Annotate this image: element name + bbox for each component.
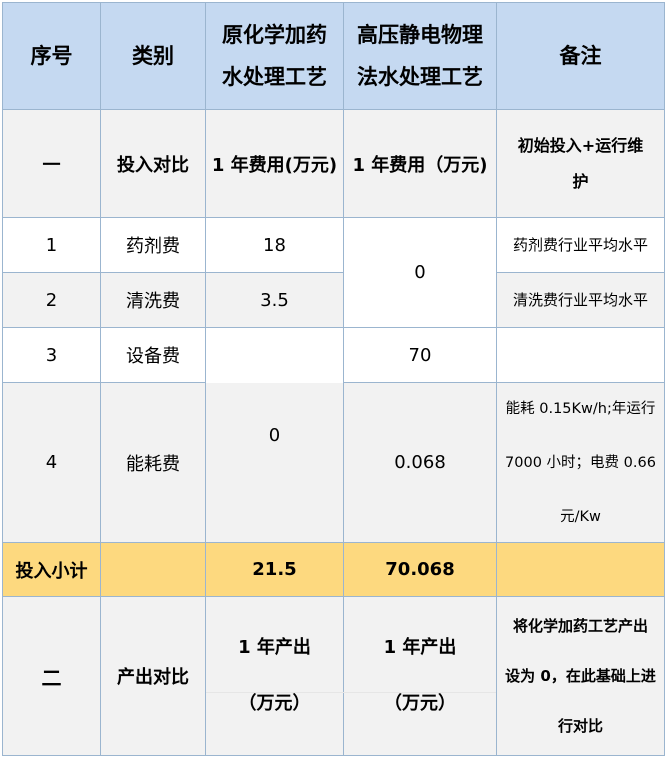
header-no: 序号: [2, 2, 101, 110]
subtotal-chemical: 21.5: [205, 542, 344, 597]
row4-note-line1: 能耗 0.15Kw/h;年运行: [505, 400, 656, 417]
row2-note: 清洗费行业平均水平: [496, 272, 665, 328]
row2-chemical-value: 3.5: [205, 272, 344, 328]
header-notes: 备注: [496, 2, 665, 110]
rows1-2-physical-value: 0: [343, 217, 497, 328]
row1-category: 药剂费: [100, 217, 206, 273]
header-physical-line1: 高压静电物理: [357, 23, 483, 47]
row3-no: 3: [2, 327, 101, 383]
section2-chemical-line1: 1 年产出: [238, 637, 311, 658]
subtotal-note-empty: [496, 542, 665, 597]
section2-chemical-line2: （万元）: [238, 693, 311, 714]
section2-divider: [206, 692, 496, 693]
row2-no: 2: [2, 272, 101, 328]
subtotal-category-empty: [100, 542, 206, 597]
header-category: 类别: [100, 2, 206, 110]
section1-note: 初始投入+运行维 护: [496, 109, 665, 218]
cost-comparison-table: 序号 类别 原化学加药 水处理工艺 高压静电物理 法水处理工艺 备注 一 投入对…: [0, 0, 667, 758]
row3-category: 设备费: [100, 327, 206, 383]
row4-note: 能耗 0.15Kw/h;年运行 7000 小时；电费 0.66 元/Kw: [496, 382, 665, 543]
section2-note-line2: 设为 0，在此基础上进: [505, 667, 656, 685]
row4-no: 4: [2, 382, 101, 543]
section2-physical-line1: 1 年产出: [383, 637, 457, 658]
row2-category: 清洗费: [100, 272, 206, 328]
section2-category: 产出对比: [100, 596, 206, 756]
section1-category: 投入对比: [100, 109, 206, 218]
section1-physical-unit: 1 年费用（万元): [343, 109, 497, 218]
section1-note-line1: 初始投入+运行维: [517, 135, 644, 155]
rows3-4-chemical-value: 0: [205, 327, 344, 543]
row4-note-line2: 7000 小时；电费 0.66: [505, 454, 656, 471]
subtotal-physical: 70.068: [343, 542, 497, 597]
header-physical-process: 高压静电物理 法水处理工艺: [343, 2, 497, 110]
row3-physical-value: 70: [343, 327, 497, 383]
row4-physical-value: 0.068: [343, 382, 497, 543]
subtotal-label: 投入小计: [2, 542, 101, 597]
section2-physical-line2: （万元）: [383, 693, 456, 714]
header-chemical-line2: 水处理工艺: [222, 65, 327, 89]
section2-chemical-output: 1 年产出 （万元）: [205, 596, 344, 756]
row3-note: [496, 327, 665, 383]
section1-chemical-unit: 1 年费用(万元): [205, 109, 344, 218]
section2-note-line3: 行对比: [557, 717, 603, 735]
section1-no: 一: [2, 109, 101, 218]
section2-no: 二: [2, 596, 101, 756]
header-chemical-line1: 原化学加药: [222, 23, 327, 47]
section1-note-line2: 护: [572, 171, 589, 191]
row4-category: 能耗费: [100, 382, 206, 543]
row1-chemical-value: 18: [205, 217, 344, 273]
header-physical-line2: 法水处理工艺: [357, 65, 483, 89]
header-chemical-process: 原化学加药 水处理工艺: [205, 2, 344, 110]
row4-note-line3: 元/Kw: [560, 508, 601, 525]
section2-note-line1: 将化学加药工艺产出: [512, 617, 648, 635]
section2-note: 将化学加药工艺产出 设为 0，在此基础上进 行对比: [496, 596, 665, 756]
row1-no: 1: [2, 217, 101, 273]
section2-physical-output: 1 年产出 （万元）: [343, 596, 497, 756]
row1-note: 药剂费行业平均水平: [496, 217, 665, 273]
